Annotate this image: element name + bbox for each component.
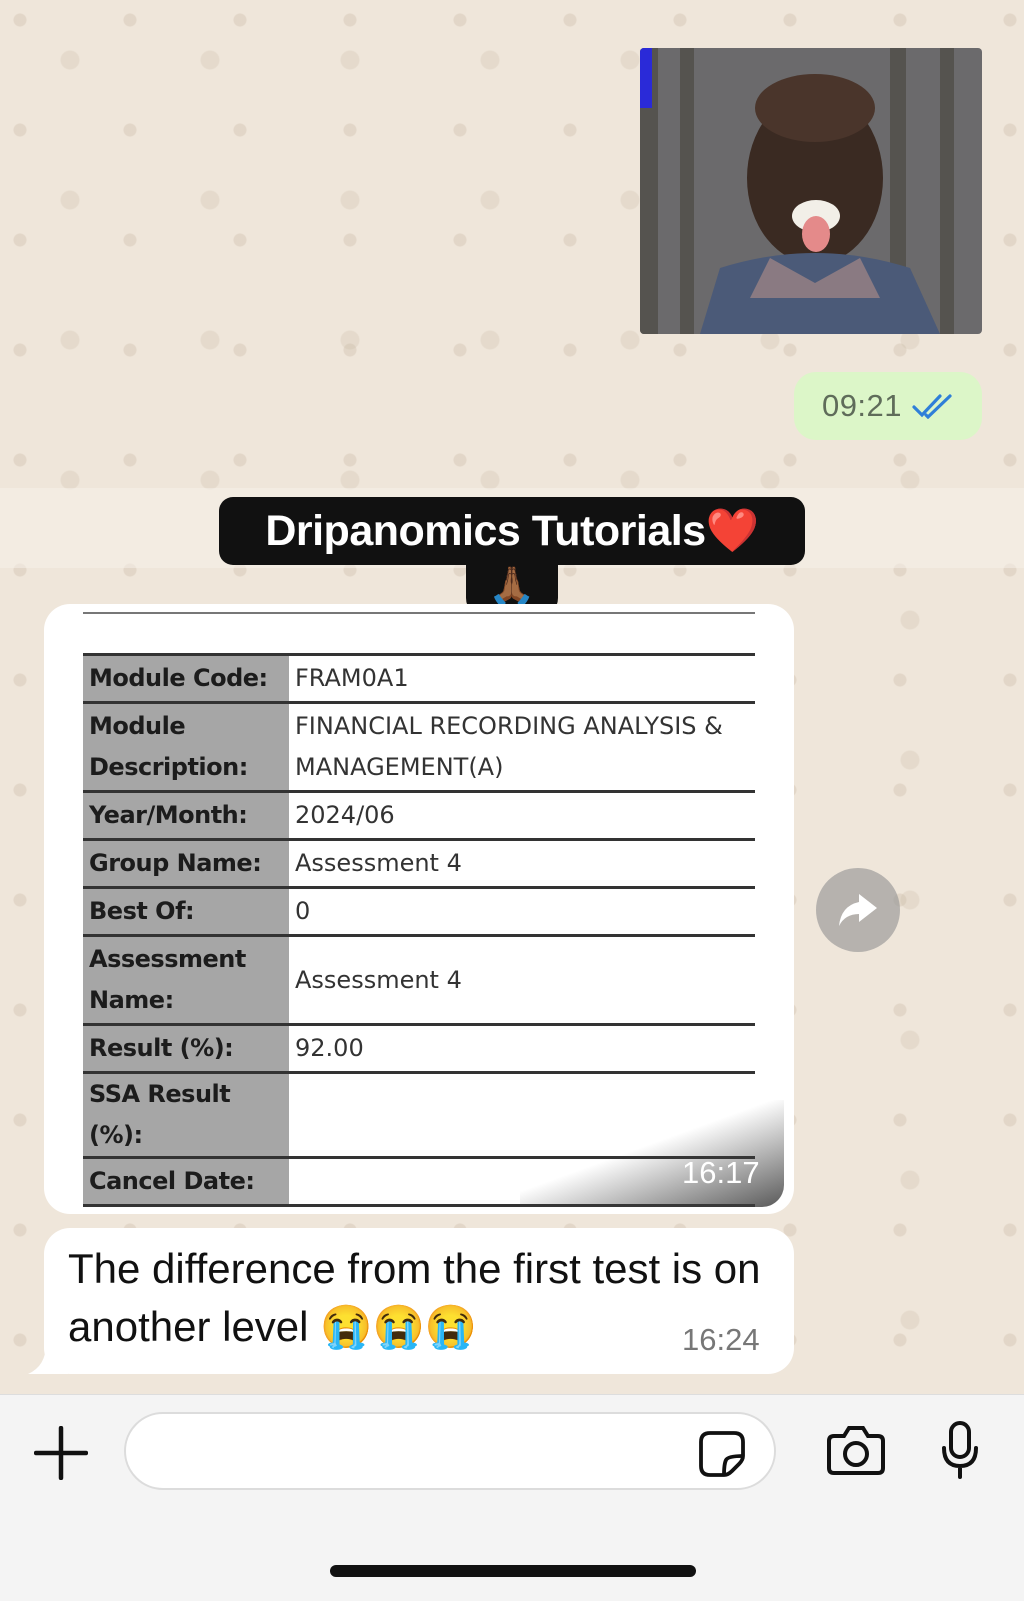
- sticker-icon: [699, 1431, 745, 1477]
- story-banner: Dripanomics Tutorials ❤️: [219, 497, 805, 565]
- message-time: 16:17: [682, 1155, 760, 1190]
- row-label: Module Description:: [83, 701, 289, 792]
- row-value: FRAM0A1: [289, 653, 755, 703]
- microphone-icon: [942, 1421, 978, 1479]
- table-row: Assessment Name: Assessment 4: [83, 934, 755, 1025]
- microphone-button[interactable]: [940, 1420, 980, 1485]
- row-label: Cancel Date:: [83, 1156, 289, 1207]
- heart-emoji: ❤️: [705, 507, 760, 555]
- table-row: Module Description: FINANCIAL RECORDING A…: [83, 701, 755, 792]
- add-attachment-button[interactable]: [33, 1425, 89, 1485]
- table-row: Group Name: Assessment 4: [83, 838, 755, 888]
- row-label: SSA Result (%):: [83, 1071, 289, 1158]
- message-time: 16:24: [682, 1322, 760, 1357]
- row-value: Assessment 4: [289, 934, 755, 1025]
- message-time: 09:21: [821, 388, 903, 423]
- forward-arrow-icon: [839, 894, 877, 926]
- plus-icon: [33, 1425, 89, 1481]
- person-photo: [640, 48, 982, 334]
- table-row: Best Of: 0: [83, 886, 755, 936]
- outgoing-time-pill: 09:21: [794, 372, 982, 440]
- row-label: Module Code:: [83, 653, 289, 703]
- message-input[interactable]: [124, 1412, 776, 1490]
- message-text: The difference from the first test is on…: [68, 1245, 761, 1350]
- forward-button[interactable]: [816, 868, 900, 952]
- row-label: Group Name:: [83, 838, 289, 888]
- row-label: Best Of:: [83, 886, 289, 936]
- table-row: Module Code: FRAM0A1: [83, 653, 755, 703]
- row-value: 0: [289, 886, 755, 936]
- table-top-rule: [83, 612, 755, 614]
- row-value: FINANCIAL RECORDING ANALYSIS & MANAGEMEN…: [289, 701, 755, 792]
- table-row: Result (%): 92.00: [83, 1023, 755, 1073]
- read-double-check-icon: [912, 393, 954, 419]
- sticker-button[interactable]: [698, 1430, 746, 1483]
- banner-title: Dripanomics Tutorials: [265, 506, 706, 555]
- camera-icon: [827, 1426, 885, 1475]
- row-value: 92.00: [289, 1023, 755, 1073]
- camera-button[interactable]: [826, 1424, 886, 1481]
- row-value: Assessment 4: [289, 838, 755, 888]
- row-value: 2024/06: [289, 790, 755, 840]
- row-label: Result (%):: [83, 1023, 289, 1073]
- row-label: Assessment Name:: [83, 934, 289, 1025]
- row-label: Year/Month:: [83, 790, 289, 840]
- home-indicator: [330, 1565, 696, 1577]
- photo-message[interactable]: [640, 48, 982, 334]
- table-row: Year/Month: 2024/06: [83, 790, 755, 840]
